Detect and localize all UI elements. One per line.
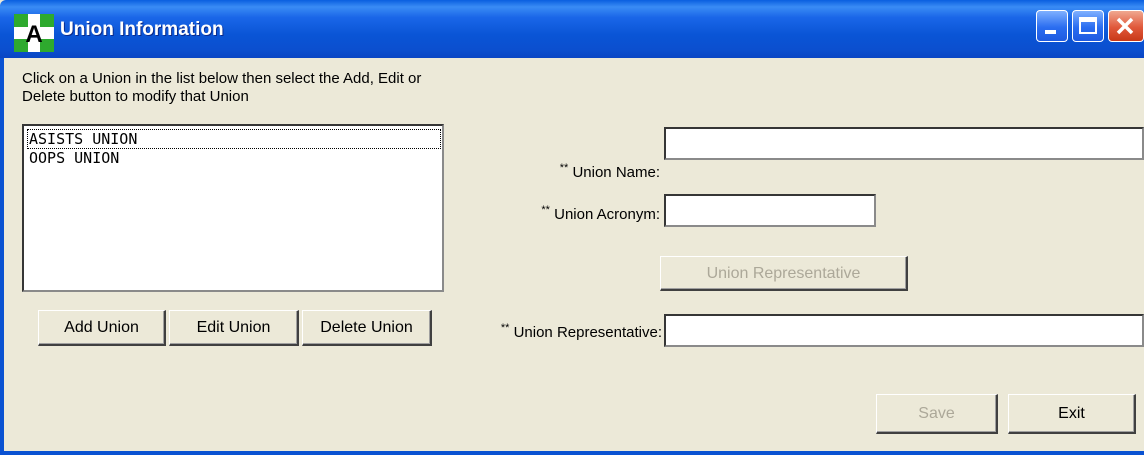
title-bar: A Union Information [0,0,1144,58]
minimize-button[interactable] [1036,10,1068,42]
exit-button[interactable]: Exit [1008,394,1136,434]
add-union-button[interactable]: Add Union [38,310,166,346]
union-acronym-label: ** Union Acronym: [541,204,660,223]
maximize-button[interactable] [1072,10,1104,42]
window-frame-bottom [0,451,1144,455]
window-title: Union Information [60,19,224,40]
union-name-input[interactable] [664,127,1144,160]
save-button[interactable]: Save [876,394,998,434]
instructions-text: Click on a Union in the list below then … [22,70,422,105]
edit-union-button[interactable]: Edit Union [169,310,299,346]
union-name-label: ** Union Name: [559,162,660,181]
app-icon: A [14,14,54,52]
delete-union-button[interactable]: Delete Union [302,310,432,346]
union-representative-input[interactable] [664,314,1144,347]
svg-text:A: A [25,21,42,48]
close-button[interactable] [1108,10,1144,42]
maximize-icon [1079,17,1097,34]
union-representative-button[interactable]: Union Representative [660,256,908,291]
list-item[interactable]: OOPS UNION [28,149,120,167]
window-frame-left [0,58,4,455]
minimize-icon [1045,30,1056,34]
union-listbox[interactable]: ASISTS UNION OOPS UNION [22,124,444,292]
close-icon [1116,17,1134,35]
union-acronym-input[interactable] [664,194,876,227]
union-representative-label: ** Union Representative: [500,322,662,341]
list-item[interactable]: ASISTS UNION [27,129,441,149]
